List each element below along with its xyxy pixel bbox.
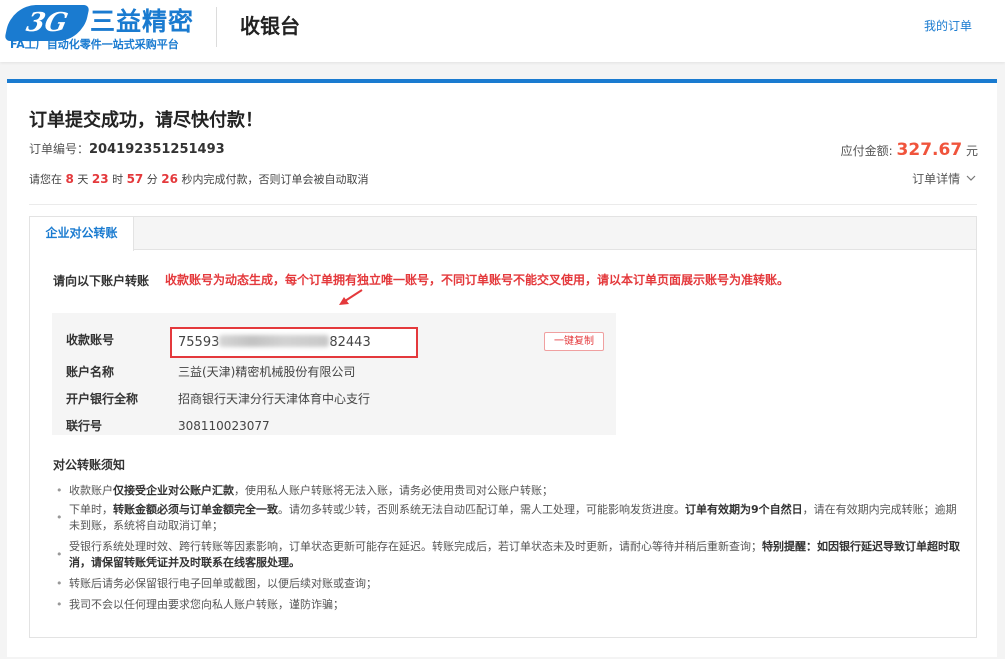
notes-title: 对公转账须知 [53, 458, 126, 472]
account-number-masked [219, 335, 330, 347]
bullet: • [56, 577, 63, 590]
order-number-label: 订单编号： [29, 142, 90, 156]
note-item: • 下单时，转账金额必须与订单金额完全一致。请勿多转或少转，否则系统无法自动匹配… [53, 502, 963, 534]
bank-code-value: 308110023077 [178, 419, 270, 433]
order-detail-label: 订单详情 [912, 172, 961, 186]
logo-slogan: FA工厂自动化零件一站式采购平台 [10, 38, 179, 51]
note-text: 受银行系统处理时效、跨行转账等因素影响，订单状态更新可能存在延迟。转账完成后，若… [69, 540, 762, 553]
account-number-suffix: 82443 [329, 335, 371, 350]
countdown-hours: 23 [91, 172, 109, 186]
logo-mark: 3G [4, 5, 90, 41]
order-success-title: 订单提交成功，请尽快付款！ [29, 110, 263, 131]
payment-countdown: 请您在 8 天 23 时 57 分 26 秒内完成付款，否则订单会被自动取消 [29, 171, 368, 188]
amount-unit: 元 [965, 144, 978, 158]
countdown-days-unit: 天 [77, 173, 89, 186]
note-item: • 受银行系统处理时效、跨行转账等因素影响，订单状态更新可能存在延迟。转账完成后… [53, 539, 963, 571]
note-item: • 我司不会以任何理由要求您向私人账户转账，谨防诈骗； [53, 597, 963, 613]
note-text: 转账后请务必保留银行电子回单或截图，以便后续对账或查询； [69, 577, 377, 590]
chevron-down-icon [966, 175, 976, 181]
countdown-seconds: 26 [161, 172, 178, 186]
note-bold: 订单有效期为9个自然日 [685, 503, 803, 516]
page-title: 收银台 [240, 14, 300, 38]
header-divider [216, 7, 217, 47]
countdown-prefix: 请您在 [29, 173, 62, 186]
account-name-label: 账户名称 [66, 365, 115, 379]
countdown-days: 8 [65, 172, 74, 186]
arrow-icon [339, 289, 363, 305]
payment-method-panel: 企业对公转账 请向以下账户转账 收款账号为动态生成，每个订单拥有独立唯一账号，不… [29, 216, 977, 638]
countdown-minutes-unit: 分 [146, 173, 158, 186]
amount-value: 327.67 [896, 140, 963, 160]
note-text: 收款账户 [69, 484, 113, 497]
account-number-prefix: 75593 [178, 335, 220, 350]
divider [29, 204, 977, 205]
countdown-hours-unit: 时 [112, 173, 124, 186]
countdown-minutes: 57 [126, 172, 144, 186]
countdown-suffix: 秒内完成付款，否则订单会被自动取消 [181, 173, 369, 186]
bullet: • [56, 511, 63, 524]
order-number-value: 204192351251493 [89, 142, 225, 157]
bullet: • [56, 598, 63, 611]
bank-name-value: 招商银行天津分行天津体育中心支行 [178, 392, 371, 406]
order-number: 订单编号：204192351251493 [29, 141, 225, 158]
note-bold: 转账金额必须与订单金额完全一致 [113, 503, 278, 516]
account-name-value: 三益(天津)精密机械股份有限公司 [178, 365, 356, 379]
note-item: • 收款账户仅接受企业对公账户汇款，使用私人账户转账将无法入账，请务必使用贵司对… [53, 483, 963, 499]
copy-account-button[interactable]: 一键复制 [544, 332, 604, 351]
top-header: 3G 三益精密 FA工厂自动化零件一站式采购平台 收银台 我的订单 [0, 0, 1005, 62]
checkout-card: 订单提交成功，请尽快付款！ 订单编号：204192351251493 应付金额:… [7, 79, 997, 657]
my-orders-link[interactable]: 我的订单 [924, 18, 972, 34]
note-text: 。请勿多转或少转，否则系统无法自动匹配订单，需人工处理，可能影响发货进度。 [278, 503, 685, 516]
note-text: ，使用私人账户转账将无法入账，请务必使用贵司对公账户转账； [234, 484, 553, 497]
note-text: 我司不会以任何理由要求您向私人账户转账，谨防诈骗； [69, 598, 344, 611]
bank-code-label: 联行号 [66, 419, 103, 433]
account-number-highlight: 75593 82443 [170, 327, 418, 358]
note-text: 下单时， [69, 503, 113, 516]
account-number-row: 收款账号 75593 82443 一键复制 [52, 327, 616, 358]
bullet: • [56, 484, 63, 497]
tab-corporate-transfer[interactable]: 企业对公转账 [30, 217, 134, 251]
payable-amount: 应付金额: 327.67 元 [841, 139, 978, 162]
brand-logo[interactable]: 3G 三益精密 FA工厂自动化零件一站式采购平台 [4, 5, 198, 51]
note-bold: 仅接受企业对公账户汇款 [113, 484, 234, 497]
tab-bar: 企业对公转账 [30, 217, 976, 251]
amount-label: 应付金额: [840, 144, 893, 158]
account-info-box: 收款账号 75593 82443 一键复制 账户名称 三益(天津)精密机械股份有限… [52, 313, 616, 435]
account-number-value[interactable]: 75593 82443 [178, 335, 371, 351]
order-detail-toggle[interactable]: 订单详情 [912, 171, 976, 187]
logo-name: 三益精密 [90, 7, 195, 36]
bullet: • [56, 548, 63, 561]
account-number-label: 收款账号 [66, 333, 115, 347]
bank-name-label: 开户银行全称 [66, 392, 139, 406]
note-item: • 转账后请务必保留银行电子回单或截图，以便后续对账或查询； [53, 576, 963, 592]
transfer-hint-label: 请向以下账户转账 [53, 274, 150, 288]
transfer-warning: 收款账号为动态生成，每个订单拥有独立唯一账号，不同订单账号不能交叉使用，请以本订… [165, 273, 790, 287]
